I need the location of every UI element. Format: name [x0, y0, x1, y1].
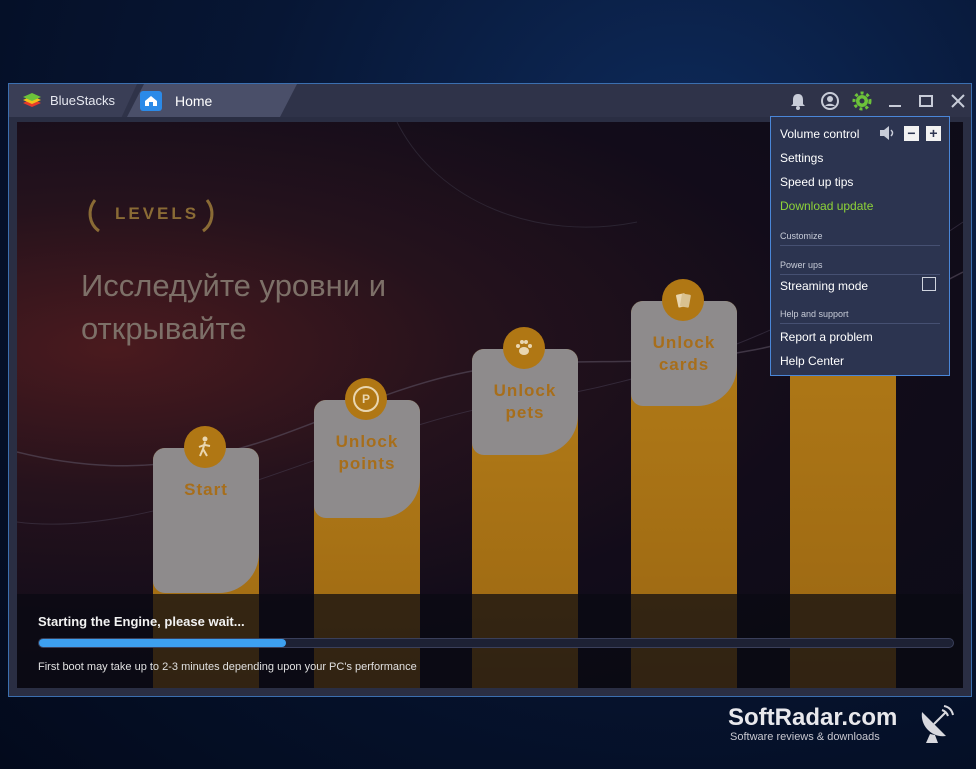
- bluestacks-logo-icon: [23, 93, 41, 107]
- speaker-icon[interactable]: [878, 125, 896, 141]
- settings-menu: Volume control − + Settings Speed up tip…: [770, 116, 950, 376]
- menu-speed-up-tips[interactable]: Speed up tips: [780, 175, 853, 189]
- loading-progress-fill: [39, 639, 286, 647]
- watermark-title: SoftRadar.com: [728, 704, 898, 731]
- menu-download-update[interactable]: Download update: [780, 199, 873, 213]
- headline: Исследуйте уровни и открывайте: [81, 268, 387, 346]
- app-title: BlueStacks: [50, 93, 116, 108]
- maximize-icon[interactable]: [916, 91, 936, 111]
- menu-help-center[interactable]: Help Center: [780, 354, 844, 368]
- close-icon[interactable]: [948, 91, 968, 111]
- points-icon: P: [345, 378, 387, 420]
- loading-progress-bar: [38, 638, 954, 648]
- loading-panel: Starting the Engine, please wait... Firs…: [17, 594, 963, 688]
- volume-increase-button[interactable]: +: [926, 126, 941, 141]
- menu-report-problem[interactable]: Report a problem: [780, 330, 873, 344]
- minimize-icon[interactable]: [885, 91, 905, 111]
- walker-icon: [184, 426, 226, 468]
- home-icon: [140, 91, 162, 111]
- menu-streaming-mode: Streaming mode: [780, 279, 869, 293]
- satellite-dish-icon: [921, 705, 954, 743]
- level-label-cards: Unlock cards: [652, 333, 716, 374]
- menu-section-power-ups: Power ups: [780, 260, 823, 270]
- menu-section-help: Help and support: [780, 309, 849, 319]
- loading-title: Starting the Engine, please wait...: [38, 614, 245, 629]
- points-icon-letter: P: [353, 386, 379, 412]
- menu-divider: [780, 323, 940, 324]
- account-icon[interactable]: [820, 91, 840, 111]
- levels-label: LEVELS: [115, 204, 200, 223]
- level-label-start: Start: [184, 480, 228, 499]
- streaming-mode-checkbox[interactable]: [922, 277, 936, 291]
- watermark-subtitle: Software reviews & downloads: [730, 731, 880, 743]
- tab-home-label: Home: [175, 93, 213, 109]
- menu-section-customize: Customize: [780, 231, 823, 241]
- notification-bell-icon[interactable]: [788, 91, 808, 111]
- level-label-points: Unlock points: [335, 432, 399, 473]
- paw-icon: [503, 327, 545, 369]
- cards-icon: [662, 279, 704, 321]
- settings-gear-icon[interactable]: [852, 91, 872, 111]
- level-label-pets: Unlock pets: [493, 381, 557, 422]
- level-bar-start-cap: [153, 448, 259, 593]
- menu-settings[interactable]: Settings: [780, 151, 823, 165]
- menu-divider: [780, 245, 940, 246]
- title-bar: BlueStacks Home: [9, 84, 971, 117]
- menu-divider: [780, 274, 940, 275]
- volume-decrease-button[interactable]: −: [904, 126, 919, 141]
- loading-note: First boot may take up to 2-3 minutes de…: [38, 661, 417, 673]
- menu-volume-control: Volume control: [780, 127, 860, 141]
